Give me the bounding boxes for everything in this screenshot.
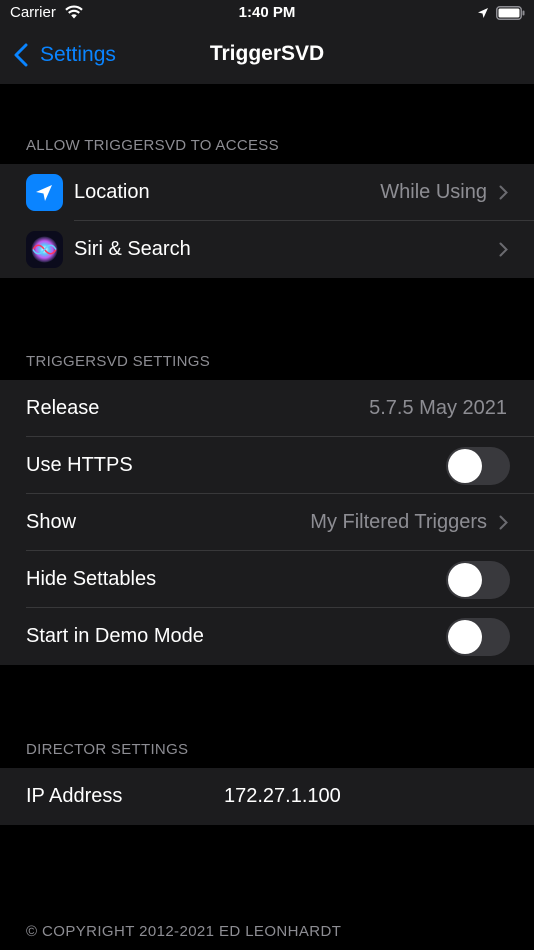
- section-header-director: DIRECTOR SETTINGS: [26, 741, 189, 758]
- siri-search-label: Siri & Search: [74, 238, 191, 260]
- hide-settables-toggle[interactable]: [446, 561, 510, 599]
- copyright-footer: © COPYRIGHT 2012-2021 ED LEONHARDT: [26, 923, 342, 940]
- ip-address-field[interactable]: 172.27.1.100: [224, 785, 341, 808]
- use-https-toggle[interactable]: [446, 447, 510, 485]
- demo-mode-label: Start in Demo Mode: [26, 625, 204, 647]
- ip-address-row[interactable]: IP Address 172.27.1.100: [0, 768, 534, 825]
- show-label: Show: [26, 511, 77, 533]
- release-label: Release: [26, 397, 100, 419]
- hide-settables-row: Hide Settables: [0, 551, 534, 608]
- page-title: TriggerSVD: [209, 42, 325, 65]
- toggle-knob: [448, 563, 482, 597]
- location-services-icon: [477, 6, 489, 24]
- show-row[interactable]: Show My Filtered Triggers: [0, 494, 534, 551]
- settings-group: Release 5.7.5 May 2021 Use HTTPS Show My…: [0, 380, 534, 665]
- location-row[interactable]: Location While Using: [0, 164, 534, 221]
- hide-settables-label: Hide Settables: [26, 568, 157, 590]
- location-arrow-icon: [26, 174, 63, 211]
- access-group: Location While Using Siri & Search: [0, 164, 534, 278]
- status-bar: Carrier 1:40 PM: [0, 0, 534, 28]
- section-header-access: ALLOW TRIGGERSVD TO ACCESS: [26, 137, 279, 154]
- demo-mode-toggle[interactable]: [446, 618, 510, 656]
- section-header-settings: TRIGGERSVD SETTINGS: [26, 353, 211, 370]
- demo-mode-row: Start in Demo Mode: [0, 608, 534, 665]
- battery-icon: [496, 6, 526, 25]
- location-value: While Using: [380, 181, 487, 203]
- ip-address-label: IP Address: [26, 785, 123, 807]
- director-group: IP Address 172.27.1.100: [0, 768, 534, 825]
- show-value: My Filtered Triggers: [310, 511, 487, 533]
- location-label: Location: [74, 181, 150, 203]
- chevron-right-icon: [499, 515, 508, 530]
- release-row: Release 5.7.5 May 2021: [0, 380, 534, 437]
- navigation-bar: Settings TriggerSVD: [0, 28, 534, 84]
- status-time: 1:40 PM: [238, 4, 296, 21]
- use-https-label: Use HTTPS: [26, 454, 133, 476]
- use-https-row: Use HTTPS: [0, 437, 534, 494]
- toggle-knob: [448, 620, 482, 654]
- siri-search-row[interactable]: Siri & Search: [0, 221, 534, 278]
- chevron-right-icon: [499, 242, 508, 257]
- siri-icon: [26, 231, 63, 268]
- chevron-right-icon: [499, 185, 508, 200]
- release-value: 5.7.5 May 2021: [369, 397, 507, 419]
- toggle-knob: [448, 449, 482, 483]
